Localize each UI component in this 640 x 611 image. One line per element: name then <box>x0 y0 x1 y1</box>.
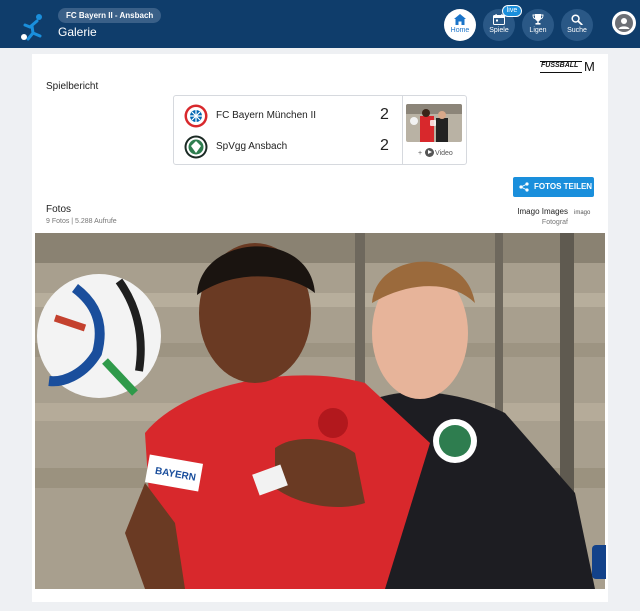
video-thumbnail[interactable] <box>406 104 462 142</box>
fotos-title: Fotos <box>46 204 72 215</box>
photographer-role: Fotograf <box>541 219 568 226</box>
live-badge: live <box>502 5 522 17</box>
away-score: 2 <box>380 137 389 154</box>
nav-suche-label: Suche <box>567 27 587 34</box>
spvgg-ansbach-crest-icon <box>184 135 208 159</box>
page-title: Galerie <box>58 25 97 39</box>
play-icon <box>425 148 435 157</box>
nav-ligen-label: Ligen <box>529 27 547 34</box>
nav-home[interactable]: Home <box>444 9 476 41</box>
match-divider <box>402 96 403 164</box>
home-icon <box>454 14 466 25</box>
away-team-row[interactable]: SpVgg Ansbach 2 <box>184 135 396 159</box>
home-team-row[interactable]: FC Bayern München II 2 <box>184 104 396 128</box>
fussball-vorort-logo: FUSSBALL M <box>540 59 595 75</box>
share-label: FOTOS TEILEN <box>534 182 593 191</box>
photographer-name[interactable]: Imago Images <box>470 207 568 216</box>
nav-ligen[interactable]: Ligen <box>522 9 554 41</box>
nav-suche[interactable]: Suche <box>561 9 593 41</box>
nav-home-label: Home <box>450 27 470 34</box>
home-score: 2 <box>380 106 389 123</box>
imago-logo: imago <box>574 210 591 216</box>
share-icon <box>519 182 529 192</box>
user-avatar[interactable] <box>612 11 636 35</box>
away-team-name: SpVgg Ansbach <box>216 141 288 152</box>
video-label-text: Video <box>435 150 453 157</box>
search-icon <box>571 14 583 25</box>
gallery-photo[interactable]: BAYERN <box>35 233 605 589</box>
nav-spiele-label: Spiele <box>489 27 509 34</box>
user-icon <box>615 14 633 32</box>
fotos-meta: 9 Fotos | 5.288 Aufrufe <box>46 218 117 225</box>
trophy-icon <box>532 14 544 25</box>
fussball-logo-text: FUSSBALL <box>541 62 579 69</box>
nav-spiele[interactable]: Spiele live <box>483 5 522 41</box>
next-photo-tab[interactable] <box>592 545 606 579</box>
share-photos-button[interactable]: FOTOS TEILEN <box>513 177 594 197</box>
match-report-card[interactable]: FC Bayern München II 2 SpVgg Ansbach 2 +… <box>173 95 467 165</box>
player-logo-icon[interactable] <box>18 12 48 42</box>
spielbericht-title: Spielbericht <box>46 81 99 92</box>
top-header: FC Bayern II - Ansbach Galerie Home Spie… <box>0 0 640 48</box>
video-plus: + <box>418 150 423 157</box>
video-link[interactable]: + Video <box>418 148 453 157</box>
breadcrumb[interactable]: FC Bayern II - Ansbach <box>58 8 162 23</box>
fussball-logo-letter: M <box>584 59 595 74</box>
fc-bayern-crest-icon <box>184 104 208 128</box>
home-team-name: FC Bayern München II <box>216 110 317 121</box>
calendar-icon <box>493 14 505 25</box>
